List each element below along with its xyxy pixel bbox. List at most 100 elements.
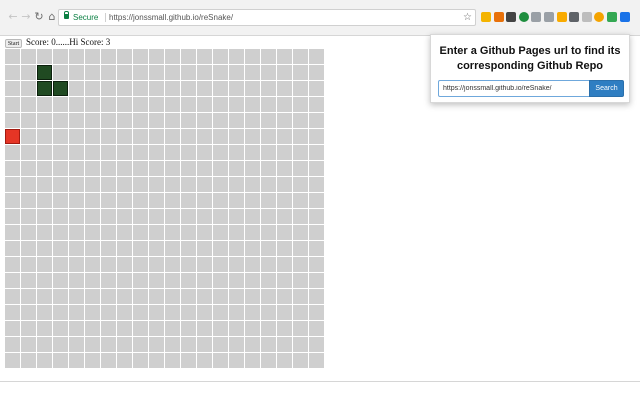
board-cell: [197, 353, 212, 368]
board-cell: [53, 225, 68, 240]
start-button[interactable]: Start: [5, 39, 22, 48]
board-cell: [69, 177, 84, 192]
board-cell: [261, 161, 276, 176]
board-cell: [213, 113, 228, 128]
forward-arrow-icon[interactable]: →: [19, 10, 33, 24]
rss-extension-icon[interactable]: [557, 12, 567, 22]
board-cell: [277, 193, 292, 208]
board-cell: [5, 257, 20, 272]
board-cell: [149, 81, 164, 96]
board-cell: [293, 273, 308, 288]
board-cell: [133, 273, 148, 288]
board-cell: [149, 337, 164, 352]
board-cell: [181, 353, 196, 368]
board-cell: [197, 257, 212, 272]
board-cell: [117, 273, 132, 288]
back-arrow-icon[interactable]: ←: [6, 10, 20, 24]
popup-title: Enter a Github Pages url to find its cor…: [439, 45, 621, 72]
board-cell: [149, 353, 164, 368]
board-cell: [133, 241, 148, 256]
bookmark-extension-icon[interactable]: [494, 12, 504, 22]
board-cell: [261, 273, 276, 288]
search-button[interactable]: Search: [589, 80, 624, 97]
board-cell: [165, 161, 180, 176]
board-cell: [165, 241, 180, 256]
board-cell: [213, 209, 228, 224]
board-cell: [21, 49, 36, 64]
board-cell: [261, 193, 276, 208]
board-cell: [213, 129, 228, 144]
board-cell: [5, 353, 20, 368]
board-cell: [69, 321, 84, 336]
board-cell: [53, 177, 68, 192]
board-cell: [69, 353, 84, 368]
puzzle-extension-icon[interactable]: [569, 12, 579, 22]
bookmark-star-icon[interactable]: ☆: [463, 10, 472, 25]
board-cell: [149, 321, 164, 336]
github-repo-finder-extension-icon[interactable]: [620, 12, 630, 22]
board-cell: [245, 113, 260, 128]
board-cell: [101, 65, 116, 80]
green-square-extension-icon[interactable]: [607, 12, 617, 22]
board-cell: [229, 225, 244, 240]
board-cell: [229, 209, 244, 224]
board-cell: [101, 241, 116, 256]
board-cell: [101, 209, 116, 224]
board-cell: [117, 129, 132, 144]
board-cell: [197, 129, 212, 144]
board-cell: [181, 145, 196, 160]
board-cell: [197, 193, 212, 208]
board-cell: [101, 225, 116, 240]
crop-extension-icon[interactable]: [506, 12, 516, 22]
board-cell: [293, 177, 308, 192]
dot-extension-icon[interactable]: [582, 12, 592, 22]
board-cell: [229, 65, 244, 80]
board-cell: [53, 337, 68, 352]
board-cell: [133, 257, 148, 272]
board-cell: [229, 81, 244, 96]
board-cell: [181, 257, 196, 272]
url-text[interactable]: https://jonssmall.github.io/reSnake/: [109, 10, 233, 25]
board-cell: [53, 321, 68, 336]
board-cell: [101, 321, 116, 336]
board-cell: [37, 145, 52, 160]
board-cell: [117, 257, 132, 272]
board-cell: [229, 145, 244, 160]
board-cell: [309, 353, 324, 368]
board-cell: [197, 113, 212, 128]
address-separator: [105, 13, 106, 22]
board-cell: [69, 81, 84, 96]
board-cell: [213, 321, 228, 336]
google-drive-extension-icon[interactable]: [481, 12, 491, 22]
board-cell: [101, 273, 116, 288]
board-cell: [181, 129, 196, 144]
board-cell: [309, 113, 324, 128]
home-icon[interactable]: ⌂: [45, 10, 59, 24]
board-cell: [197, 273, 212, 288]
board-cell: [133, 113, 148, 128]
board-cell: [245, 177, 260, 192]
board-cell: [277, 49, 292, 64]
green-circle-extension-icon[interactable]: [519, 12, 529, 22]
board-cell: [133, 353, 148, 368]
orange-extension-icon[interactable]: [594, 12, 604, 22]
shield-extension-icon[interactable]: [531, 12, 541, 22]
board-cell: [309, 305, 324, 320]
board-cell: [21, 81, 36, 96]
board-cell: [181, 209, 196, 224]
board-cell: [181, 193, 196, 208]
address-bar[interactable]: Secure https://jonssmall.github.io/reSna…: [58, 9, 476, 26]
board-cell: [133, 49, 148, 64]
reload-icon[interactable]: ↻: [32, 10, 46, 24]
board-cell: [21, 145, 36, 160]
github-pages-url-input[interactable]: [438, 80, 590, 97]
browser-toolbar: ← → ↻ ⌂ Secure https://jonssmall.github.…: [0, 0, 640, 36]
board-cell: [293, 129, 308, 144]
board-cell: [293, 161, 308, 176]
board-cell: [197, 97, 212, 112]
grid-extension-icon[interactable]: [544, 12, 554, 22]
board-cell: [197, 65, 212, 80]
board-cell: [69, 113, 84, 128]
board-cell: [197, 177, 212, 192]
board-cell: [245, 305, 260, 320]
